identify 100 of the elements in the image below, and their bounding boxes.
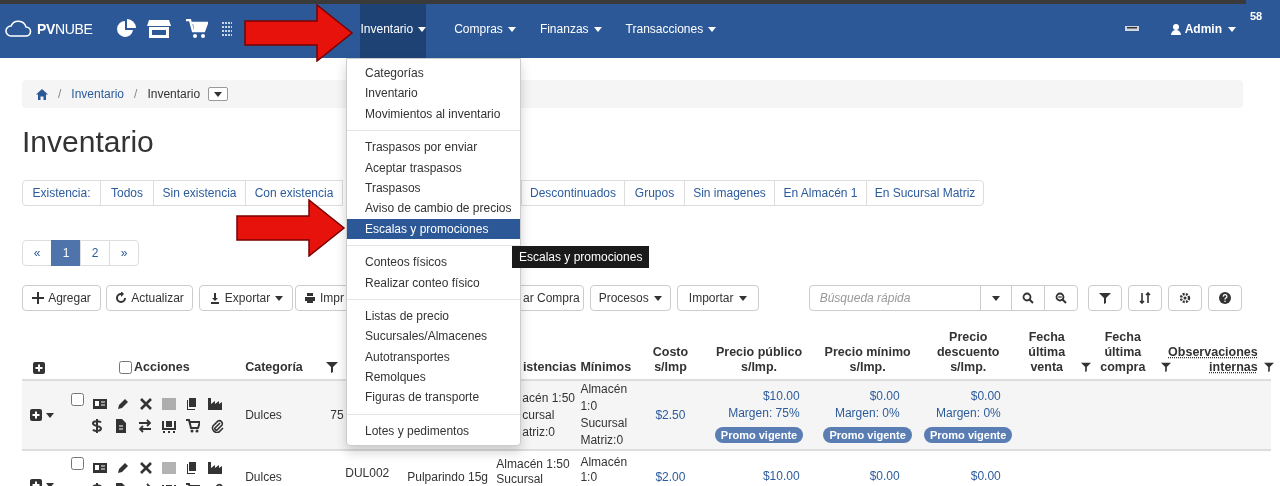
caret-icon <box>991 295 1000 301</box>
column-header[interactable]: Mínimos <box>580 360 632 375</box>
expand-all-icon[interactable] <box>33 361 45 374</box>
menu-item[interactable]: Escalas y promociones <box>347 218 520 240</box>
toolbar-button[interactable]: Impr <box>295 285 347 311</box>
printer-icon <box>304 292 316 304</box>
row-checkbox[interactable] <box>71 392 85 406</box>
column-header[interactable]: Observaciones internas <box>1168 345 1274 375</box>
menu-item[interactable]: Traspasos por enviar <box>347 137 520 158</box>
home-icon[interactable] <box>36 88 48 100</box>
pencil-icon[interactable] <box>116 397 131 411</box>
menu-item[interactable]: Traspasos <box>347 177 520 199</box>
settings-button[interactable] <box>1167 285 1202 311</box>
page-button[interactable]: « <box>22 240 52 266</box>
column-header[interactable]: Acciones <box>134 360 190 375</box>
caret-icon <box>593 26 602 32</box>
menu-item[interactable]: Movimientos al inventario <box>347 103 520 125</box>
toolbar-button[interactable]: Exportar <box>199 285 293 311</box>
filter-button[interactable]: Sin imagenes <box>684 180 775 206</box>
factory-icon[interactable] <box>208 397 223 411</box>
cart-icon[interactable] <box>186 419 201 433</box>
menu-item[interactable]: Lotes y pedimentos <box>347 420 520 442</box>
user-icon <box>1170 23 1181 35</box>
column-header[interactable]: Precio mínimo s/Imp. <box>817 345 918 375</box>
caret-icon <box>708 26 717 32</box>
paperclip-icon[interactable] <box>210 419 225 433</box>
page-button[interactable]: 1 <box>51 240 81 266</box>
filter-icon <box>1080 361 1091 373</box>
sort-button[interactable] <box>1127 285 1162 311</box>
filter-button[interactable]: Sin existencia <box>153 180 246 206</box>
caret-icon <box>275 295 284 301</box>
column-header[interactable]: Precio descuento s/Imp. <box>917 330 1019 375</box>
search-icon <box>1021 292 1034 304</box>
pencil-icon[interactable] <box>116 461 131 475</box>
dollar-icon[interactable] <box>90 419 105 433</box>
clear-search-button[interactable] <box>1043 285 1078 311</box>
page-button[interactable]: 2 <box>80 240 110 266</box>
user-menu[interactable]: Admin <box>1170 20 1236 38</box>
promo-badge: Promo vigente <box>924 426 1013 443</box>
pallet-icon[interactable] <box>162 419 177 433</box>
column-header[interactable]: Fecha última venta <box>1018 330 1091 375</box>
toolbar-button[interactable]: Procesos <box>589 285 671 311</box>
pie-chart-icon[interactable] <box>116 19 137 39</box>
breadcrumb-link[interactable]: Inventario <box>71 85 125 103</box>
expand-row-icon[interactable] <box>30 409 42 421</box>
tooltip: Escalas y promociones <box>512 246 650 268</box>
menu-item[interactable]: Remolques <box>347 367 520 388</box>
close-icon[interactable] <box>139 461 154 475</box>
table-cell: $2.00 <box>655 470 686 484</box>
brand-name[interactable]: PVNUBE <box>37 18 93 40</box>
toolbar-button[interactable]: Agregar <box>22 285 101 311</box>
toolbar-button[interactable]: Importar <box>676 285 759 311</box>
menu-item[interactable]: Autotransportes <box>347 346 520 368</box>
cart-icon[interactable] <box>186 19 209 39</box>
column-header[interactable]: Precio público s/Imp. <box>700 345 818 375</box>
breadcrumb-dropdown-button[interactable] <box>208 87 229 101</box>
refresh-icon <box>115 292 128 304</box>
column-header[interactable]: Costo s/Imp <box>640 345 701 375</box>
filter-button[interactable]: En Sucursal Matriz <box>866 180 984 206</box>
close-icon[interactable] <box>139 397 154 411</box>
caret-icon <box>46 412 54 418</box>
store-icon[interactable] <box>147 19 172 39</box>
help-button[interactable] <box>1207 285 1242 311</box>
breadcrumb-separator: / <box>134 86 138 103</box>
column-header[interactable]: Categoría <box>245 360 338 375</box>
sort-icon <box>1138 292 1151 304</box>
table-cell: DUL002 <box>345 466 390 480</box>
search-dropdown-button[interactable] <box>979 285 1012 311</box>
filter-icon <box>325 361 338 373</box>
document-icon[interactable] <box>114 419 129 433</box>
filter-button[interactable]: Grupos <box>624 180 685 206</box>
menu-item[interactable]: Inventario <box>347 83 520 104</box>
menu-item[interactable]: Aceptar traspasos <box>347 157 520 178</box>
caret-icon <box>1228 26 1236 32</box>
filter-button[interactable] <box>1087 285 1122 311</box>
menu-item[interactable]: Aviso de cambio de precios <box>347 198 520 219</box>
menu-item[interactable]: Sucursales/Almacenes <box>347 326 520 347</box>
menu-item[interactable]: Figuras de transporte <box>347 387 520 408</box>
list-icon[interactable] <box>222 22 233 36</box>
search-button[interactable] <box>1010 285 1045 311</box>
filter-button[interactable]: En Almacén 1 <box>774 180 867 206</box>
menu-item[interactable]: Categorías <box>347 63 520 84</box>
table-cell-text: Almacén 1:0 Sucursal Matriz:0 <box>580 381 629 449</box>
device-icon <box>1123 25 1140 33</box>
table-cell: Dulces <box>245 470 282 484</box>
swap-icon[interactable] <box>138 419 153 433</box>
id-card-icon[interactable] <box>93 461 108 475</box>
filter-button[interactable]: Descontinuados <box>521 180 625 206</box>
search-field[interactable]: Búsqueda rápida <box>808 285 981 311</box>
filter-button[interactable]: Con existencia <box>245 180 343 206</box>
table-cell: Pulparindo 15g <box>407 470 488 484</box>
filter-button[interactable]: Todos <box>100 180 154 206</box>
select-all-checkbox[interactable] <box>119 361 133 374</box>
factory-icon[interactable] <box>208 461 223 475</box>
column-header[interactable]: istencias <box>522 360 577 375</box>
toolbar-button[interactable]: Actualizar <box>106 285 193 311</box>
id-card-icon[interactable] <box>93 397 108 411</box>
row-checkbox[interactable] <box>71 456 85 470</box>
price-text: $0.00 Margen: 0% <box>936 387 1002 422</box>
page-button[interactable]: » <box>109 240 139 266</box>
